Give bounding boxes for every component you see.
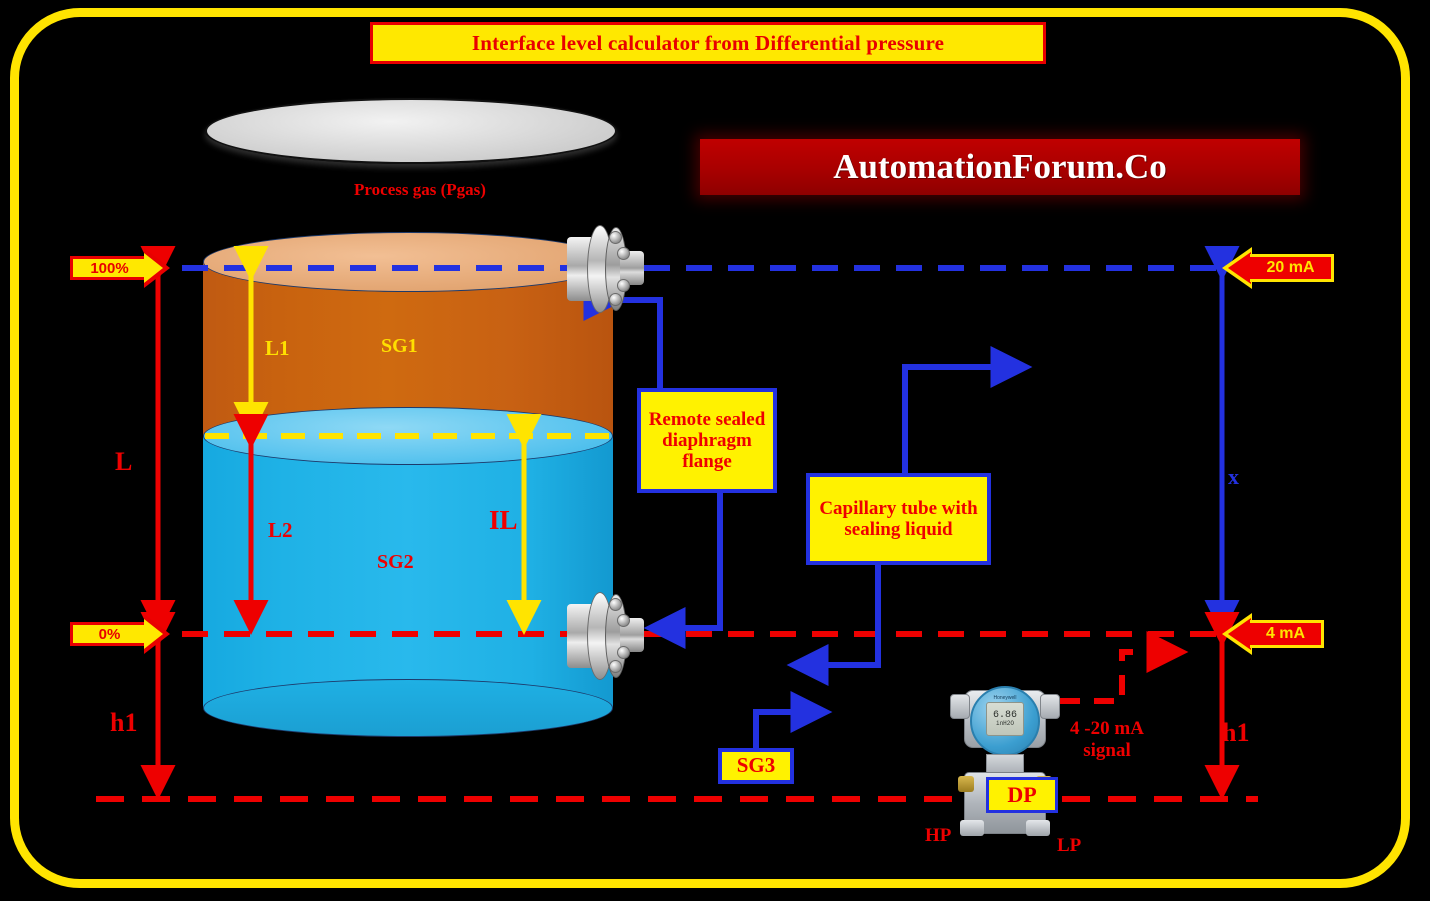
lower-seal-flange bbox=[565, 590, 644, 682]
dimension-L-label: L bbox=[115, 447, 133, 476]
manifold-foot-right bbox=[1026, 820, 1050, 836]
current-low-label: 4 mA bbox=[1265, 625, 1306, 642]
transmitter-conduit-right bbox=[1040, 694, 1060, 719]
current-high-label: 20 mA bbox=[1266, 259, 1315, 276]
callout-remote-seal: Remote sealed diaphragm flange bbox=[637, 388, 777, 493]
lp-port-label: LP bbox=[1057, 835, 1082, 856]
flange-bolt bbox=[617, 247, 630, 260]
transmitter-brand: Honeywell bbox=[993, 695, 1017, 701]
transmitter-display: 6.86 inH2O bbox=[986, 702, 1024, 736]
flange-bolt bbox=[617, 279, 630, 292]
manifold-foot-left bbox=[960, 820, 984, 836]
capillary-leader-up bbox=[902, 346, 1033, 473]
current-high-marker: 20 mA bbox=[1222, 247, 1334, 289]
flange-bolt bbox=[617, 646, 630, 659]
diagram-canvas: Interface level calculator from Differen… bbox=[0, 0, 1430, 901]
flange-bolt bbox=[609, 660, 622, 673]
flange-bolt bbox=[609, 231, 622, 244]
span-high-label: 100% bbox=[90, 259, 129, 277]
dimension-x-label: x bbox=[1228, 464, 1239, 489]
capillary-lower-route bbox=[643, 493, 723, 649]
flange-bolt bbox=[609, 293, 622, 306]
hp-port-label: HP bbox=[925, 825, 952, 846]
signal-label: 4 -20 mA signal bbox=[1070, 718, 1144, 761]
span-low-label: 0% bbox=[98, 625, 121, 643]
sg3-leader bbox=[753, 691, 833, 748]
callout-capillary: Capillary tube with sealing liquid bbox=[806, 473, 991, 565]
capillary-leader-down bbox=[786, 565, 881, 686]
current-low-marker: 4 mA bbox=[1222, 613, 1324, 655]
upper-seal-flange bbox=[565, 223, 644, 315]
flange-bolt bbox=[617, 614, 630, 627]
span-low-marker: 0% bbox=[70, 614, 170, 654]
display-unit: inH2O bbox=[995, 720, 1014, 727]
span-high-marker: 100% bbox=[70, 248, 170, 288]
dp-badge: DP bbox=[986, 777, 1058, 813]
flange-bolt bbox=[609, 598, 622, 611]
manifold-bolt-left bbox=[958, 776, 974, 792]
transmitter-conduit-left bbox=[950, 694, 970, 719]
callout-sg3: SG3 bbox=[718, 748, 794, 784]
signal-route bbox=[1060, 631, 1189, 704]
dimension-h1-left-label: h1 bbox=[110, 708, 138, 737]
dimension-h1-right-label: h1 bbox=[1222, 718, 1250, 747]
